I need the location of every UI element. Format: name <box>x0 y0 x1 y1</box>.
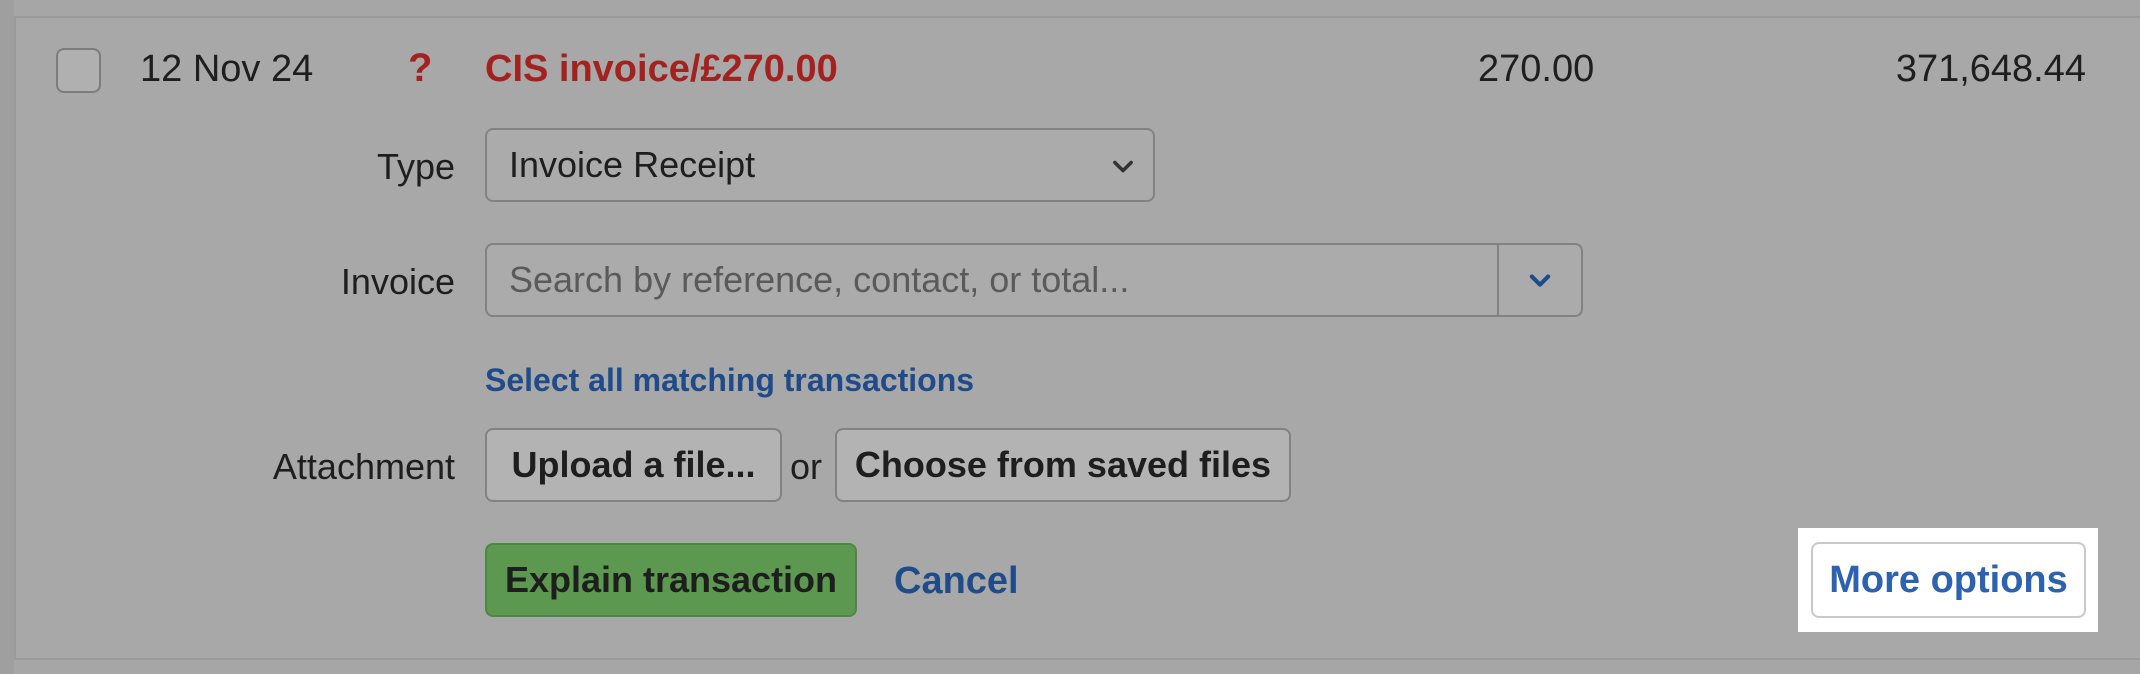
row-select-checkbox[interactable] <box>56 48 101 93</box>
type-label: Type <box>376 146 455 187</box>
transaction-description: CIS invoice/£270.00 <box>485 48 838 90</box>
upload-file-button[interactable]: Upload a file... <box>485 428 782 502</box>
invoice-dropdown-button[interactable] <box>1499 245 1581 315</box>
explain-transaction-button[interactable]: Explain transaction <box>485 543 857 617</box>
cancel-link[interactable]: Cancel <box>894 560 1019 603</box>
choose-saved-files-button[interactable]: Choose from saved files <box>835 428 1291 502</box>
invoice-label: Invoice <box>340 261 455 302</box>
invoice-combobox <box>485 243 1583 317</box>
transaction-date: 12 Nov 24 <box>140 48 314 90</box>
next-row-edge <box>14 660 2140 674</box>
select-all-matching-link[interactable]: Select all matching transactions <box>485 362 974 399</box>
chevron-down-icon <box>1529 274 1551 287</box>
page-margin <box>0 0 14 674</box>
running-balance: 371,648.44 <box>1895 48 2086 90</box>
invoice-search-input[interactable] <box>487 245 1497 315</box>
transaction-amount: 270.00 <box>1478 48 1595 90</box>
type-select-value: Invoice Receipt <box>509 144 756 185</box>
type-select[interactable]: Invoice Receipt <box>485 128 1155 202</box>
previous-row-edge <box>14 0 2140 16</box>
chevron-down-icon <box>1113 160 1133 173</box>
unexplained-question-icon: ? <box>408 46 433 90</box>
attachment-label: Attachment <box>272 446 455 487</box>
or-separator: or <box>790 446 823 487</box>
more-options-button[interactable]: More options <box>1811 542 2086 618</box>
